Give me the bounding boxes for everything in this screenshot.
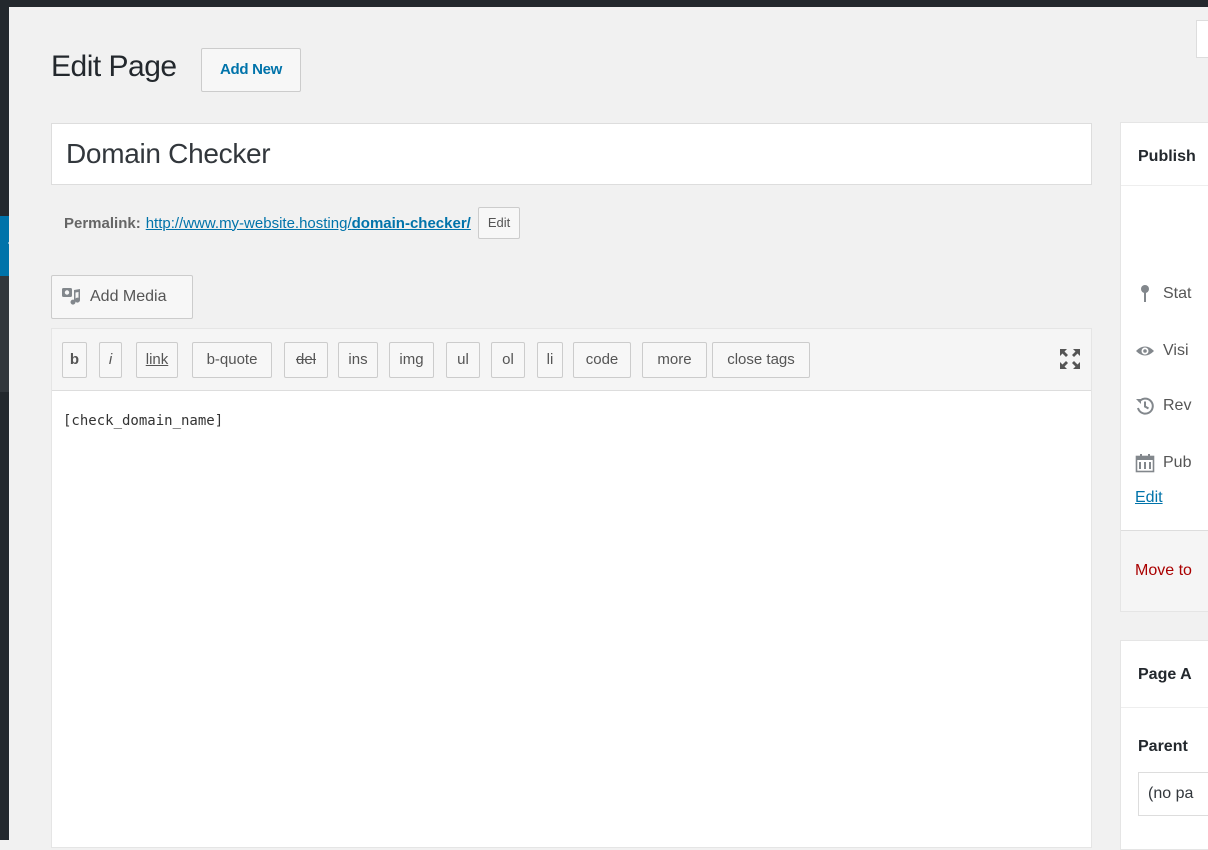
admin-side-menu[interactable] bbox=[0, 0, 9, 840]
page-attributes-box: Page A Parent (no pa bbox=[1120, 640, 1208, 850]
post-title-input[interactable]: Domain Checker bbox=[51, 123, 1092, 185]
permalink-label: Permalink: bbox=[64, 214, 141, 232]
revisions-row: Rev bbox=[1135, 396, 1191, 416]
quicktag-close-tags-button[interactable]: close tags bbox=[712, 342, 810, 378]
revisions-label: Rev bbox=[1163, 397, 1192, 414]
status-row: Stat bbox=[1135, 284, 1191, 304]
publish-major-actions: Move to bbox=[1121, 530, 1208, 611]
permalink-url-slug: domain-checker/ bbox=[351, 214, 471, 232]
eye-icon bbox=[1136, 346, 1154, 356]
published-label: Pub bbox=[1163, 454, 1192, 471]
menu-current-caret-icon bbox=[8, 234, 17, 252]
permalink-link[interactable]: http://www.my-website.hosting/domain-che… bbox=[146, 215, 471, 232]
parent-page-select[interactable]: (no pa bbox=[1138, 772, 1208, 816]
screen-options-button[interactable] bbox=[1196, 20, 1208, 58]
published-date-row: Pub bbox=[1135, 453, 1191, 473]
quicktag-bold-button[interactable]: b bbox=[62, 342, 87, 378]
quicktag-ol-button[interactable]: ol bbox=[491, 342, 525, 378]
quicktag-li-button[interactable]: li bbox=[537, 342, 563, 378]
quicktags-toolbar: b i link b-quote del ins img ul ol li co… bbox=[52, 329, 1091, 391]
fullscreen-icon[interactable] bbox=[1057, 346, 1083, 372]
page-attributes-title[interactable]: Page A bbox=[1138, 666, 1192, 684]
text-editor: b i link b-quote del ins img ul ol li co… bbox=[51, 328, 1092, 848]
media-icon bbox=[62, 288, 81, 305]
page-attributes-divider bbox=[1121, 707, 1208, 708]
permalink-url-base: http://www.my-website.hosting/ bbox=[145, 214, 352, 232]
pin-icon bbox=[1141, 285, 1149, 302]
page-title: Edit Page bbox=[51, 50, 177, 83]
quicktag-more-button[interactable]: more bbox=[642, 342, 707, 378]
move-to-trash-link[interactable]: Move to bbox=[1135, 562, 1192, 580]
quicktag-img-button[interactable]: img bbox=[389, 342, 434, 378]
quicktag-link-button[interactable]: link bbox=[136, 342, 178, 378]
visibility-row: Visi bbox=[1135, 341, 1189, 361]
status-label: Stat bbox=[1163, 285, 1192, 302]
publish-box-divider bbox=[1121, 185, 1208, 186]
add-new-button[interactable]: Add New bbox=[201, 48, 301, 92]
permalink-row: Permalink: http://www.my-website.hosting… bbox=[64, 206, 521, 240]
calendar-icon bbox=[1135, 454, 1155, 473]
published-date-edit-link[interactable]: Edit bbox=[1135, 489, 1163, 507]
visibility-label: Visi bbox=[1163, 342, 1189, 359]
admin-top-bar bbox=[0, 0, 1208, 7]
quicktag-ul-button[interactable]: ul bbox=[446, 342, 480, 378]
publish-box: Publish Stat Visi Rev Pub Edit Move to bbox=[1120, 122, 1208, 612]
quicktag-blockquote-button[interactable]: b-quote bbox=[192, 342, 272, 378]
publish-box-title[interactable]: Publish bbox=[1138, 148, 1196, 166]
history-icon bbox=[1136, 397, 1154, 415]
permalink-edit-button[interactable]: Edit bbox=[477, 207, 521, 239]
quicktag-ins-button[interactable]: ins bbox=[338, 342, 378, 378]
quicktag-del-button[interactable]: del bbox=[284, 342, 328, 378]
parent-label: Parent bbox=[1138, 738, 1188, 755]
quicktag-code-button[interactable]: code bbox=[573, 342, 631, 378]
add-media-button[interactable]: Add Media bbox=[51, 275, 193, 319]
quicktag-italic-button[interactable]: i bbox=[99, 342, 122, 378]
add-media-label: Add Media bbox=[90, 288, 167, 305]
editor-content[interactable]: [check_domain_name] bbox=[63, 413, 223, 429]
